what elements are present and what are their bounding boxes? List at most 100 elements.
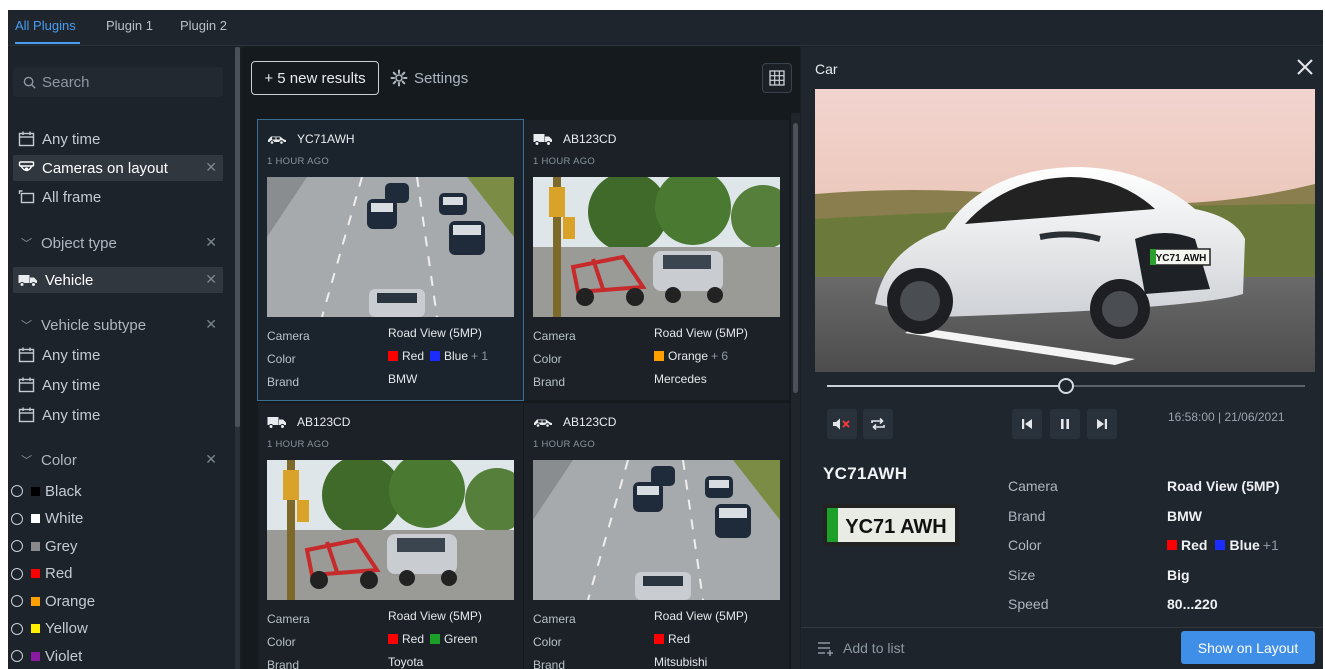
radio-button[interactable] [11,540,23,552]
grid-view-button[interactable] [762,63,792,93]
section-label: Color [41,451,77,469]
object-type-vehicle[interactable]: Vehicle ✕ [13,267,223,293]
color-option-violet[interactable]: Violet [11,645,82,667]
show-on-layout-button[interactable]: Show on Layout [1181,631,1315,664]
detail-value-text: Big [1167,566,1190,583]
tab-plugin-2[interactable]: Plugin 2 [180,18,227,33]
color-section[interactable]: ﹀ Color ✕ [13,448,223,472]
close-icon[interactable] [1295,57,1315,77]
add-to-list-button[interactable]: Add to list [817,640,904,656]
card-thumbnail [267,177,514,317]
meta-label: Brand [267,375,300,389]
meta-value: Toyota [388,655,424,669]
result-card[interactable]: AB123CD 1 HOUR AGO Camera Road View (5MP) C… [524,120,789,400]
meta-value: Mercedes [654,372,707,386]
section-label: Vehicle subtype [41,316,147,334]
previous-button[interactable] [1012,409,1042,439]
detail-label: Camera [1008,478,1058,494]
loop-button[interactable] [863,409,893,439]
vehicle-subtype-section[interactable]: ﹀ Vehicle subtype ✕ [13,313,223,337]
subtype-any-time-3[interactable]: Any time [13,402,223,428]
filter-label: Any time [42,130,101,148]
clear-filter-icon[interactable]: ✕ [205,271,217,288]
color-name: Red [402,632,425,646]
color-swatch [388,634,398,644]
camera-icon [18,161,35,172]
card-plate: AB123CD [533,132,616,146]
object-type-section[interactable]: ﹀ Object type ✕ [13,231,223,255]
radio-button[interactable] [11,512,23,525]
details-title: Car [815,61,838,77]
calendar-icon [18,347,35,363]
details-footer: Add to list Show on Layout [801,627,1323,669]
meta-row-color: Color Orange + 6 [533,349,783,372]
filter-cameras-on-layout[interactable]: Cameras on layout ✕ [13,155,223,181]
car-icon [267,134,292,145]
color-option-black[interactable]: Black [11,480,82,502]
video-timestamp: 16:58:00 | 21/06/2021 [1168,410,1285,424]
subtype-any-time-1[interactable]: Any time [13,342,223,368]
section-label: Object type [41,234,117,252]
color-option-orange[interactable]: Orange [11,590,95,612]
object-type-value: Vehicle [45,271,94,289]
skip-next-icon [1097,419,1107,429]
color-option-label: White [45,510,84,527]
filter-any-time[interactable]: Any time [13,126,223,152]
color-option-yellow[interactable]: Yellow [11,618,88,640]
color-swatch [654,634,664,644]
meta-row-camera: Camera Road View (5MP) [533,609,783,632]
tab-plugin-1[interactable]: Plugin 1 [106,18,153,33]
detail-value: 80...220 [1167,596,1218,612]
subtype-any-time-2[interactable]: Any time [13,372,223,398]
details-panel: Car YC71 AWH 16:58:00 | 21/06/2021 YC71A… [801,47,1323,669]
player-plate-text: YC71 AWH [1156,253,1207,264]
color-option-label: Violet [45,647,83,665]
video-player[interactable]: YC71 AWH [815,89,1315,372]
new-results-button[interactable]: + 5 new results [251,61,379,95]
scrollbar-thumb[interactable] [793,123,798,393]
settings-button[interactable]: Settings [390,69,468,87]
color-option-white[interactable]: White [11,508,83,530]
card-time: 1 HOUR AGO [533,156,596,167]
scrollbar-thumb[interactable] [235,47,240,427]
color-option-grey[interactable]: Grey [11,535,78,557]
subtype-label: Any time [42,346,101,364]
color-swatch [1167,540,1177,550]
card-thumbnail [533,460,780,600]
radio-button[interactable] [11,567,23,580]
card-meta: Camera Road View (5MP) Color Red Green Brand T… [267,609,517,669]
next-button[interactable] [1087,409,1117,439]
frame-icon [18,190,35,204]
seek-handle[interactable] [1058,378,1074,394]
color-option-red[interactable]: Red [11,563,73,585]
clear-section-icon[interactable]: ✕ [205,316,217,333]
meta-label: Color [267,352,296,366]
card-plate-number: YC71AWH [297,132,355,146]
radio-button[interactable] [11,622,23,635]
results-scrollbar[interactable] [791,113,800,669]
filter-all-frame[interactable]: All frame [13,184,223,210]
result-card[interactable]: AB123CD 1 HOUR AGO Camera Road View (5MP) C… [524,403,789,669]
meta-value: Road View (5MP) [388,326,482,340]
clear-filter-icon[interactable]: ✕ [205,159,217,176]
mute-button[interactable] [827,409,857,439]
video-seek-bar[interactable] [827,378,1305,394]
clear-section-icon[interactable]: ✕ [205,234,217,251]
clear-section-icon[interactable]: ✕ [205,451,217,468]
tab-all-plugins[interactable]: All Plugins [15,18,76,33]
search-input[interactable]: Search [13,67,223,97]
radio-button[interactable] [11,650,23,662]
meta-row-color: Color Red Green [267,632,517,655]
sidebar-scrollbar[interactable] [235,47,240,669]
result-card[interactable]: YC71AWH 1 HOUR AGO Camera Road View (5MP) C… [257,119,524,401]
radio-button[interactable] [11,595,23,607]
color-swatch [31,514,40,523]
color-swatch [31,651,40,661]
result-card[interactable]: AB123CD 1 HOUR AGO Camera Road View (5MP) C… [258,403,523,669]
pause-button[interactable] [1050,409,1080,439]
settings-label: Settings [414,69,469,87]
meta-row-brand: Brand Mitsubishi [533,655,783,669]
card-time: 1 HOUR AGO [267,439,330,450]
add-to-list-label: Add to list [843,640,905,656]
radio-button[interactable] [11,485,23,497]
